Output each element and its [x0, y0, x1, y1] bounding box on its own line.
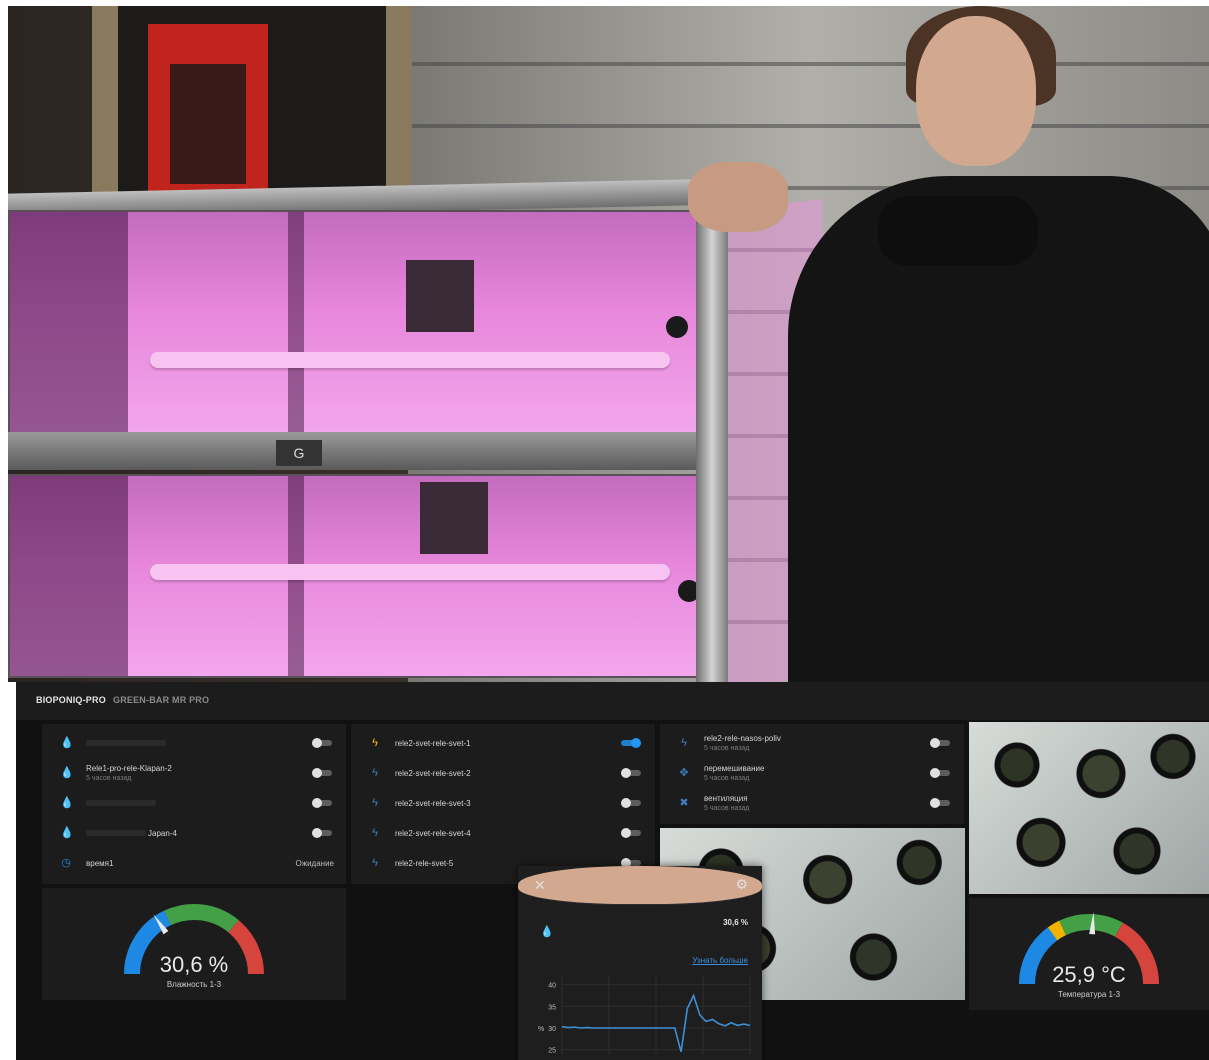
dashboard-screenshot: BIOPONIQ-PRO GREEN-BAR MR PRO 💧 💧 Rele1-… [16, 682, 1209, 1060]
temperature-label: Температура 1-3 [1057, 990, 1121, 999]
list-item[interactable]: ϟ rele2-svet-rele-svet-3 [351, 788, 655, 818]
temperature-value: 25,9 °C [1052, 962, 1126, 987]
timer-icon: ◷ [61, 857, 71, 869]
y-axis-label: % [538, 1026, 544, 1033]
entity-last-changed: 5 часов назад [704, 745, 750, 752]
person [688, 6, 1209, 682]
history-chart[interactable]: 40 35 30 25% [518, 970, 762, 1060]
entity-name: rele2-svet-rele-svet-3 [395, 799, 471, 808]
background-photo: G [8, 6, 1209, 682]
list-item[interactable]: 💧 Japan-4 [42, 818, 346, 848]
list-item[interactable]: ϟ rele2-rele-nasos-poliv 5 часов назад [660, 728, 964, 758]
brand-badge: G [276, 440, 322, 466]
water-drop-icon: 💧 [60, 827, 74, 839]
entity-name: вентиляция [704, 794, 748, 803]
list-item[interactable]: 💧 [42, 728, 346, 758]
humidity-gauge-card[interactable]: 30,6 % Влажность 1-3 [42, 888, 346, 1000]
flash-icon: ϟ [372, 737, 378, 749]
water-drop-icon: 💧 [60, 797, 74, 809]
dialog-header: ✕ ⚙ [518, 866, 762, 905]
list-item[interactable]: ✖ вентиляция 5 часов назад [660, 788, 964, 818]
humidity-gauge-segment [164, 904, 239, 933]
toggle-switch[interactable] [621, 828, 641, 838]
entity-name: перемешивание [704, 764, 765, 773]
toggle-switch[interactable] [621, 738, 641, 748]
entities-card-lights: ϟ rele2-svet-rele-svet-1 ϟ rele2-svet-re… [351, 724, 655, 884]
entities-card-pumps: ϟ rele2-rele-nasos-poliv 5 часов назад ✥… [660, 724, 964, 824]
entity-last-changed: 5 часов назад [86, 775, 132, 782]
flash-icon: ϟ [372, 797, 378, 809]
toggle-switch[interactable] [621, 798, 641, 808]
toggle-switch[interactable] [312, 768, 332, 778]
humidity-label: Влажность 1-3 [166, 980, 222, 989]
entity-name: rele2-rele-nasos-poliv [704, 734, 781, 743]
y-tick-label: 40 [548, 983, 556, 990]
temperature-gauge-card[interactable]: 25,9 °C Температура 1-3 [969, 898, 1209, 1010]
gear-icon[interactable]: ⚙ [735, 876, 748, 893]
toggle-switch[interactable] [621, 768, 641, 778]
entities-card-valves: 💧 💧 Rele1-pro-rele-Klapan-2 5 часов наза… [42, 724, 346, 884]
toggle-switch[interactable] [930, 798, 950, 808]
entity-name: rele2-rele-svet-5 [395, 859, 454, 868]
list-item[interactable]: ϟ rele2-svet-rele-svet-2 [351, 758, 655, 788]
fan-icon: ✖ [679, 797, 689, 809]
list-item[interactable]: ϟ rele2-svet-rele-svet-1 [351, 728, 655, 758]
list-item[interactable]: ◷ время1 Ожидание [42, 848, 346, 878]
toggle-switch[interactable] [312, 738, 332, 748]
y-tick-label: 25 [548, 1048, 556, 1055]
toggle-switch[interactable] [312, 828, 332, 838]
water-pump-icon: ϟ [681, 737, 687, 749]
list-item[interactable]: 💧 [42, 788, 346, 818]
timer-name: время1 [86, 859, 114, 868]
y-tick-label: 30 [548, 1026, 556, 1033]
humidity-value: 30,6 % [159, 952, 229, 977]
temperature-gauge-segment [1047, 920, 1067, 941]
water-drop-icon: 💧 [540, 926, 554, 938]
water-drop-icon: 💧 [60, 767, 74, 779]
list-item[interactable]: ϟ rele2-svet-rele-svet-4 [351, 818, 655, 848]
list-item[interactable]: ✥ перемешивание 5 часов назад [660, 758, 964, 788]
entity-name: rele2-svet-rele-svet-4 [395, 829, 471, 838]
timer-state: Ожидание [295, 859, 335, 868]
list-item[interactable]: 💧 Rele1-pro-rele-Klapan-2 5 часов назад [42, 758, 346, 788]
phone-booth [148, 24, 268, 199]
tab-green-bar[interactable]: GREEN-BAR MR PRO [113, 695, 209, 705]
entity-name: Japan-4 [148, 829, 177, 838]
flash-icon: ϟ [372, 767, 378, 779]
top-bar: BIOPONIQ-PRO GREEN-BAR MR PRO [16, 682, 1209, 720]
dialog-value: 30,6 % [723, 918, 748, 927]
entity-last-changed: 5 часов назад [704, 805, 750, 812]
tab-bioponiq-pro[interactable]: BIOPONIQ-PRO [36, 695, 106, 705]
flash-icon: ϟ [372, 827, 378, 839]
toggle-switch[interactable] [930, 738, 950, 748]
toggle-switch[interactable] [930, 768, 950, 778]
y-tick-label: 35 [548, 1004, 556, 1011]
close-icon[interactable]: ✕ [534, 877, 546, 894]
more-info-dialog: ✕ ⚙ 💧 30,6 % Узнать больше 40 35 30 25% [518, 866, 762, 1060]
entity-last-changed: 5 часов назад [704, 775, 750, 782]
toggle-switch[interactable] [312, 798, 332, 808]
camera-image-plants-1[interactable] [969, 722, 1209, 894]
entity-name: rele2-svet-rele-svet-1 [395, 739, 471, 748]
learn-more-link[interactable]: Узнать больше [692, 956, 748, 965]
flash-icon: ϟ [372, 857, 378, 869]
water-drop-icon: 💧 [60, 737, 74, 749]
grow-cabinet: G [8, 174, 828, 682]
mixer-icon: ✥ [679, 767, 689, 779]
entity-name: Rele1-pro-rele-Klapan-2 [86, 764, 172, 773]
entity-name: rele2-svet-rele-svet-2 [395, 769, 471, 778]
